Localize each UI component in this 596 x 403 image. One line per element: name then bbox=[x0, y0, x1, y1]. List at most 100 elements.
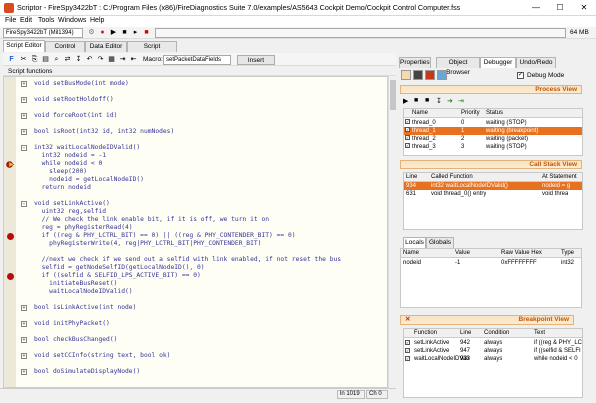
tab-script-properties[interactable]: Script Properties bbox=[127, 41, 177, 60]
undo-icon[interactable]: ↶ bbox=[85, 55, 94, 64]
fold-toggle-icon[interactable]: + bbox=[21, 97, 27, 103]
breakpoint-cell[interactable]: setLinkActive bbox=[414, 339, 449, 347]
thread-step-over-icon[interactable]: ➜ bbox=[447, 97, 453, 105]
call-stack-cell[interactable]: 631 bbox=[406, 190, 416, 198]
local-name[interactable]: nodeid bbox=[403, 259, 421, 267]
settings-icon[interactable]: ⚙ bbox=[87, 28, 96, 37]
fold-toggle-icon[interactable]: + bbox=[21, 113, 27, 119]
debug-run-icon[interactable] bbox=[401, 70, 411, 80]
halt-icon[interactable]: ■ bbox=[142, 28, 151, 37]
find-icon[interactable]: ⌕ bbox=[52, 55, 61, 64]
call-stack-cell[interactable]: int32 waitLocalNodeIDValid() bbox=[431, 182, 508, 190]
menu-tools[interactable]: Tools bbox=[38, 17, 54, 24]
process-cell[interactable]: 2 bbox=[461, 135, 464, 143]
tab-data-editor[interactable]: Data Editor bbox=[85, 41, 127, 52]
tab-object-browser[interactable]: Object Browser bbox=[436, 57, 480, 76]
col-text[interactable]: Text bbox=[534, 329, 545, 337]
breakpoint-cell[interactable]: if ((selfid & SELFI bbox=[534, 347, 581, 355]
process-cell[interactable]: waiting (breakpoint) bbox=[486, 127, 538, 135]
process-cell[interactable]: 3 bbox=[461, 143, 464, 151]
menu-file[interactable]: File bbox=[5, 17, 16, 24]
local-raw-hex[interactable]: 0xFFFFFFFF bbox=[501, 259, 537, 267]
col-raw-hex[interactable]: Raw Value Hex bbox=[501, 249, 542, 257]
breakpoint-checkbox[interactable]: ✓ bbox=[405, 356, 410, 361]
redo-icon[interactable]: ↷ bbox=[96, 55, 105, 64]
record-icon[interactable]: ● bbox=[98, 28, 107, 37]
tab-properties[interactable]: Properties bbox=[399, 57, 431, 68]
local-value[interactable]: -1 bbox=[455, 259, 460, 267]
col-at-statement[interactable]: At Statement bbox=[542, 173, 577, 181]
thread-checkbox[interactable]: ✓ bbox=[405, 119, 410, 124]
goto-icon[interactable]: ↧ bbox=[74, 55, 83, 64]
breakpoint-checkbox[interactable]: ✓ bbox=[405, 340, 410, 345]
thread-stop-icon[interactable]: ■ bbox=[425, 97, 429, 104]
tab-script-editor[interactable]: Script Editor bbox=[3, 40, 45, 52]
tab-globals[interactable]: Globals bbox=[426, 237, 454, 248]
code-line[interactable]: void setRootHoldoff() bbox=[34, 95, 114, 105]
minimize-button[interactable]: — bbox=[524, 0, 548, 16]
code-line[interactable]: bool isLinkActive(int node) bbox=[34, 303, 136, 313]
outdent-icon[interactable]: ⇤ bbox=[129, 55, 138, 64]
fold-toggle-icon[interactable]: + bbox=[21, 353, 27, 359]
macro-select[interactable]: setPacketDataFields bbox=[163, 55, 231, 65]
col-condition[interactable]: Condition bbox=[484, 329, 509, 337]
fold-toggle-icon[interactable]: + bbox=[21, 321, 27, 327]
process-cell[interactable]: thread_1 bbox=[412, 127, 436, 135]
editor-vertical-scrollbar[interactable] bbox=[388, 76, 396, 388]
breakpoint-cell[interactable]: 933 bbox=[460, 355, 470, 363]
thread-step-into-icon[interactable]: ↧ bbox=[436, 97, 442, 105]
breakpoint-marker-icon[interactable] bbox=[7, 233, 14, 240]
thread-checkbox[interactable]: ✓ bbox=[405, 143, 410, 148]
tab-control-panel[interactable]: Control Panel bbox=[45, 41, 85, 60]
call-stack-cell[interactable]: nodeid = g bbox=[542, 182, 570, 190]
process-cell[interactable]: 0 bbox=[461, 119, 464, 127]
breakpoint-cell[interactable]: while nodeid < 0 bbox=[534, 355, 578, 363]
tab-debugger[interactable]: Debugger bbox=[480, 57, 516, 68]
call-stack-cell[interactable]: void thread_0() entry bbox=[431, 190, 486, 198]
breakpoint-cell[interactable]: always bbox=[484, 355, 502, 363]
breakpoint-gutter[interactable] bbox=[4, 77, 16, 387]
device-select[interactable]: FireSpy3422bT (Mil1394) bbox=[3, 28, 83, 38]
delete-breakpoint-icon[interactable]: ✕ bbox=[405, 316, 410, 324]
thread-run-icon[interactable]: ▶ bbox=[403, 97, 408, 105]
replace-icon[interactable]: ⇄ bbox=[63, 55, 72, 64]
cut-icon[interactable]: ✂ bbox=[19, 55, 28, 64]
process-cell[interactable]: thread_0 bbox=[412, 119, 436, 127]
process-cell[interactable]: thread_2 bbox=[412, 135, 436, 143]
debug-mode-checkbox[interactable]: ✓ bbox=[517, 72, 524, 79]
col-line[interactable]: Line bbox=[406, 173, 417, 181]
call-stack-cell[interactable]: void threa bbox=[542, 190, 568, 198]
code-line[interactable]: void setBusMode(int mode) bbox=[34, 79, 129, 89]
process-cell[interactable]: waiting (packet) bbox=[486, 135, 528, 143]
scrollbar-thumb[interactable] bbox=[390, 80, 396, 110]
process-cell[interactable]: 1 bbox=[461, 127, 464, 135]
code-editor[interactable]: void setBusMode(int mode) + void setRootHo… bbox=[3, 76, 388, 388]
code-line[interactable]: void forceRoot(int id) bbox=[34, 111, 117, 121]
breakpoint-checkbox[interactable]: ✓ bbox=[405, 348, 410, 353]
call-stack-cell[interactable]: 934 bbox=[406, 182, 416, 190]
insert-button[interactable]: Insert bbox=[237, 55, 275, 65]
col-value[interactable]: Value bbox=[455, 249, 470, 257]
code-line[interactable]: bool isRoot(int32 id, int32 numNodes) bbox=[34, 127, 174, 137]
fold-toggle-icon[interactable]: + bbox=[21, 81, 27, 87]
tab-undo-redo[interactable]: Undo/Redo bbox=[516, 57, 556, 68]
col-line[interactable]: Line bbox=[460, 329, 471, 337]
code-line[interactable]: bool doSimulateDisplayNode() bbox=[34, 367, 140, 377]
col-name[interactable]: Name bbox=[403, 249, 419, 257]
local-type[interactable]: int32 bbox=[561, 259, 574, 267]
play-icon[interactable]: ▶ bbox=[109, 28, 118, 37]
breakpoint-cell[interactable]: if ((reg & PHY_LC bbox=[534, 339, 582, 347]
thread-checkbox[interactable]: ✓ bbox=[405, 135, 410, 140]
code-line[interactable]: phyRegisterWrite(4, reg|PHY_LCTRL_BIT|PH… bbox=[34, 239, 261, 249]
thread-step-out-icon[interactable]: ⇥ bbox=[458, 97, 464, 105]
debug-stop-icon[interactable] bbox=[413, 70, 423, 80]
code-line[interactable]: return nodeid bbox=[34, 183, 91, 193]
breakpoint-cell[interactable]: 942 bbox=[460, 339, 470, 347]
comment-icon[interactable]: ▦ bbox=[107, 55, 116, 64]
col-status[interactable]: Status bbox=[486, 109, 503, 117]
close-button[interactable]: ✕ bbox=[572, 0, 596, 16]
paste-icon[interactable]: ▤ bbox=[41, 55, 50, 64]
code-line[interactable]: bool checkBusChanged() bbox=[34, 335, 117, 345]
indent-icon[interactable]: ⇥ bbox=[118, 55, 127, 64]
process-cell[interactable]: thread_3 bbox=[412, 143, 436, 151]
